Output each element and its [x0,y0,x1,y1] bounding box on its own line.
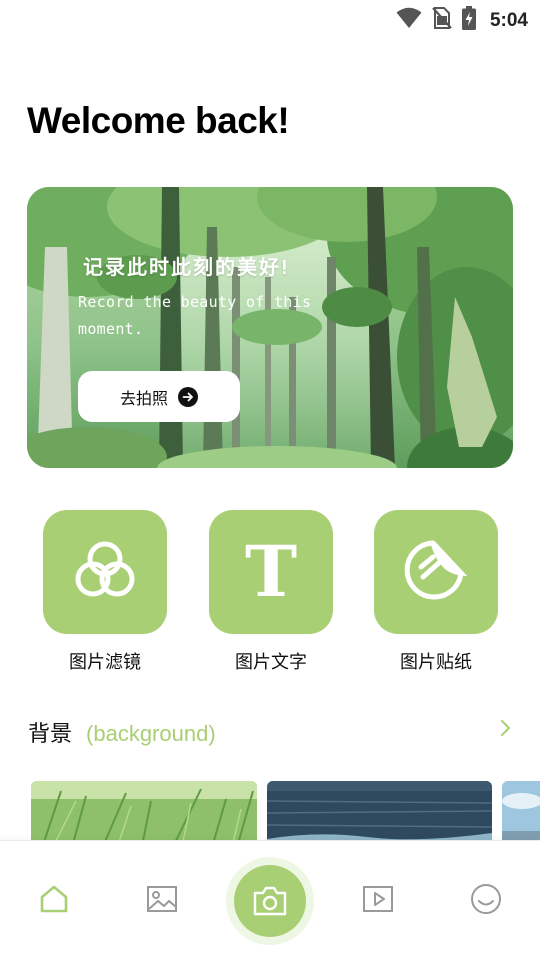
wifi-icon [396,7,422,34]
section-subtitle: (background) [86,721,216,746]
feature-image-filter[interactable]: 图片滤镜 [43,510,167,674]
take-photo-button[interactable]: 去拍照 [78,371,240,422]
camera-button[interactable] [226,857,314,945]
feature-label: 图片文字 [235,652,307,672]
smile-icon[interactable] [466,879,506,919]
feature-label: 图片贴纸 [400,652,472,672]
battery-charging-icon [461,6,476,35]
feature-image-text[interactable]: T 图片文字 [209,510,333,674]
bottom-nav [0,840,540,961]
text-t-icon: T [238,530,304,613]
status-icons: 5:04 [396,6,528,35]
arrow-right-circle-icon [178,386,198,407]
status-time: 5:04 [489,9,528,31]
svg-text:T: T [245,537,297,603]
chevron-right-icon[interactable] [500,718,512,744]
hero-banner[interactable]: 记录此时此刻的美好! Record the beauty of this mom… [27,187,513,468]
feature-label: 图片滤镜 [69,652,141,672]
hero-title: 记录此时此刻的美好! [83,257,290,279]
hero-subtitle: Record the beauty of this moment. [78,293,312,338]
take-photo-label: 去拍照 [119,390,168,408]
section-title: 背景 [28,721,73,746]
gallery-icon[interactable] [142,879,182,919]
video-icon[interactable] [358,879,398,919]
page-title: Welcome back! [27,100,290,141]
sticker-icon [403,537,469,608]
feature-tile[interactable]: T [209,510,333,634]
section-header-background: 背景 (background) [28,716,216,748]
no-sim-icon [432,6,452,35]
feature-tile[interactable] [43,510,167,634]
feature-image-sticker[interactable]: 图片贴纸 [374,510,498,674]
camera-icon [234,865,306,937]
home-icon[interactable] [34,879,74,919]
filter-circles-icon [72,537,138,608]
status-bar: 5:04 [0,0,540,38]
feature-tile[interactable] [374,510,498,634]
